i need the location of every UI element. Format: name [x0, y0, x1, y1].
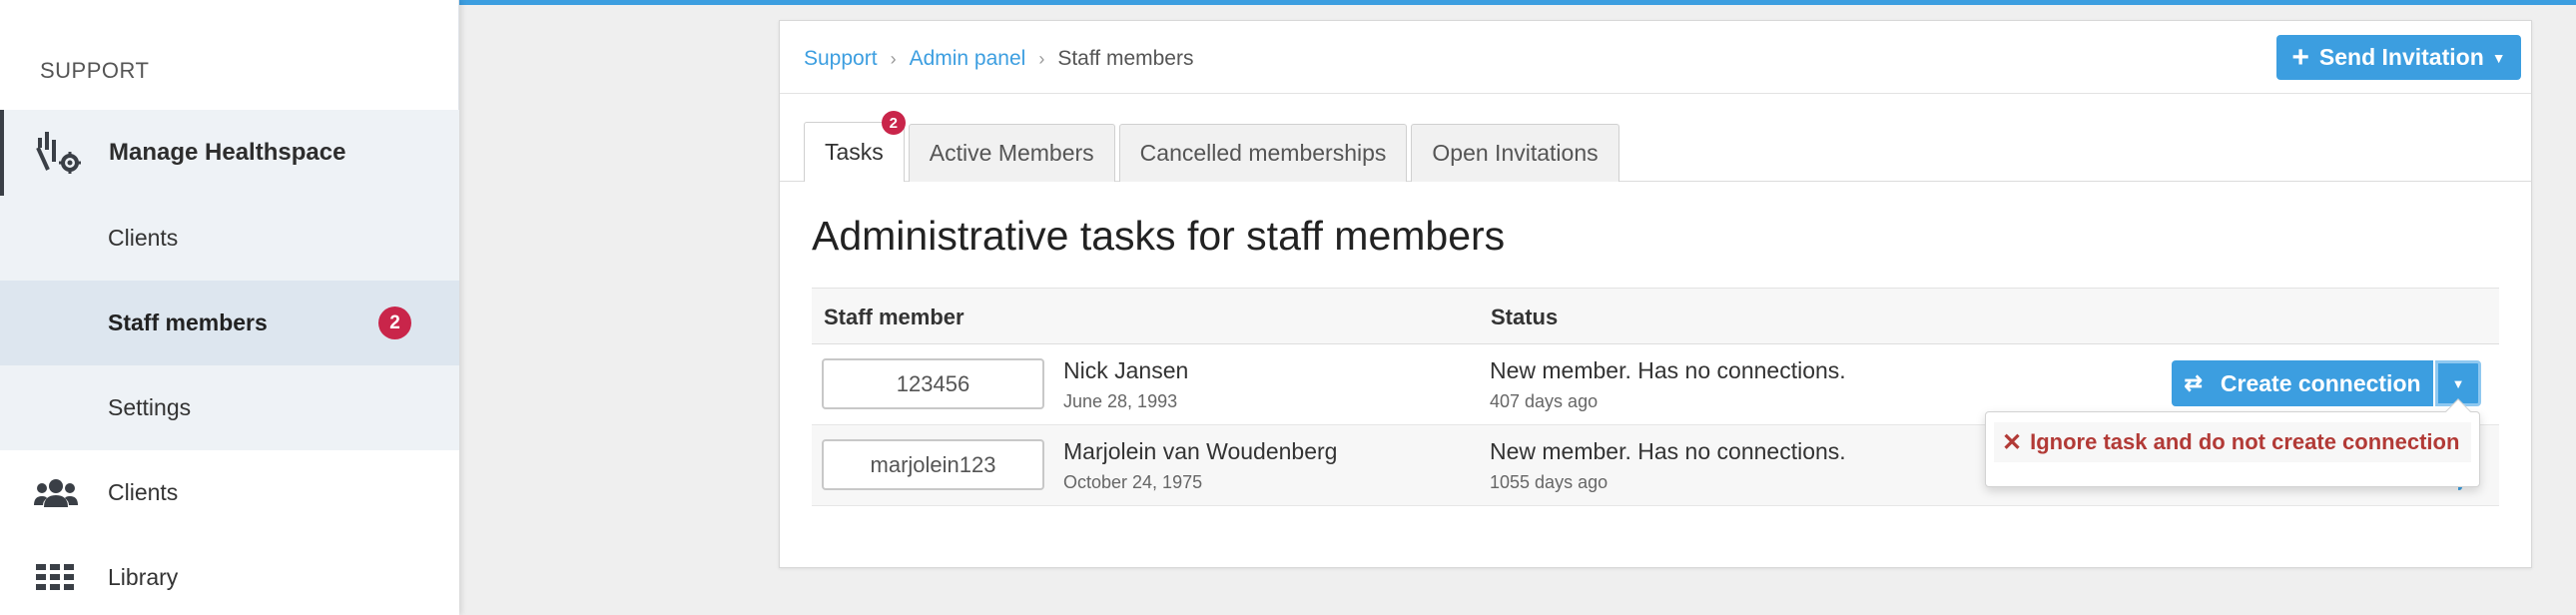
sidebar-item-staff-members[interactable]: Staff members 2 [0, 281, 459, 365]
staff-id-field[interactable]: marjolein123 [822, 439, 1044, 490]
create-connection-dropdown-menu: ✕ Ignore task and do not create connecti… [1985, 398, 2480, 487]
top-accent-bar [459, 0, 2576, 5]
tab-label: Open Invitations [1432, 140, 1599, 166]
send-invitation-label: Send Invitation [2318, 44, 2484, 70]
breadcrumb-link-admin-panel[interactable]: Admin panel [910, 47, 1026, 71]
tab-tasks[interactable]: Tasks 2 [804, 111, 906, 182]
manage-icon [36, 130, 82, 176]
tab-count-badge: 2 [881, 111, 906, 135]
tab-label: Active Members [929, 140, 1094, 166]
swap-arrows-icon: ⇄ [2184, 370, 2203, 395]
page-title: Administrative tasks for staff members [812, 213, 1506, 259]
column-header-staff-member: Staff member [824, 305, 965, 329]
staff-dob: October 24, 1975 [1063, 472, 1203, 492]
ignore-task-menu-item[interactable]: ✕ Ignore task and do not create connecti… [1994, 422, 2471, 462]
breadcrumb-link-support[interactable]: Support [804, 47, 878, 71]
users-icon [34, 477, 78, 509]
sidebar-item-label: Clients [108, 225, 179, 251]
staff-id-field[interactable]: 123456 [822, 358, 1044, 409]
chevron-right-icon: › [1038, 48, 1045, 69]
tab-label: Cancelled memberships [1139, 140, 1387, 166]
tab-active-members[interactable]: Active Members [908, 124, 1115, 182]
staff-dob: June 28, 1993 [1063, 391, 1178, 411]
sidebar-item-label: Clients [108, 479, 179, 505]
close-icon: ✕ [2002, 428, 2023, 456]
table-header: Staff member Status [812, 288, 2499, 344]
caret-down-icon: ▼ [2451, 375, 2465, 391]
panel-header: Support › Admin panel › Staff members + … [780, 21, 2531, 94]
chevron-right-icon: › [890, 48, 897, 69]
sidebar-item-clients-sub[interactable]: Clients [0, 196, 459, 281]
sidebar-item-label: Manage Healthspace [109, 139, 346, 166]
sidebar-item-clients[interactable]: Clients [0, 450, 459, 535]
sidebar-item-library[interactable]: Library [0, 535, 459, 615]
plus-icon: + [2291, 40, 2309, 74]
task-status: New member. Has no connections. [1490, 357, 1846, 383]
create-connection-label: Create connection [2220, 369, 2421, 396]
sidebar-item-settings[interactable]: Settings [0, 365, 459, 450]
task-status: New member. Has no connections. [1490, 438, 1846, 464]
create-connection-button[interactable]: ⇄ Create connection [2172, 360, 2433, 406]
breadcrumb: Support › Admin panel › Staff members [804, 47, 1193, 71]
sidebar-item-manage-healthspace[interactable]: Manage Healthspace [0, 110, 459, 196]
sidebar: SUPPORT Manage Healthspace Clients Staff… [0, 0, 459, 615]
breadcrumb-current: Staff members [1057, 47, 1194, 70]
send-invitation-button[interactable]: + Send Invitation ▼ [2276, 35, 2521, 80]
sidebar-item-label: Settings [108, 394, 192, 420]
tab-open-invitations[interactable]: Open Invitations [1411, 124, 1619, 182]
staff-name: Nick Jansen [1063, 357, 1189, 383]
count-badge: 2 [378, 307, 411, 339]
staff-name: Marjolein van Woudenberg [1063, 438, 1338, 464]
grid-icon [34, 562, 78, 594]
create-connection-button-group: ⇄ Create connection ▼ [2172, 360, 2481, 406]
sidebar-item-label: Staff members [108, 309, 268, 335]
column-header-status: Status [1491, 305, 1559, 329]
sidebar-item-label: Library [108, 564, 179, 590]
tab-bar: Tasks 2 Active Members Cancelled members… [804, 111, 1623, 182]
tab-cancelled-memberships[interactable]: Cancelled memberships [1118, 124, 1408, 182]
sidebar-section-label: SUPPORT [40, 58, 150, 83]
ignore-task-label: Ignore task and do not create connection [2030, 429, 2460, 454]
task-age: 407 days ago [1490, 391, 1599, 411]
tab-label: Tasks [825, 139, 884, 165]
task-age: 1055 days ago [1490, 472, 1609, 492]
caret-down-icon: ▼ [2491, 49, 2506, 66]
